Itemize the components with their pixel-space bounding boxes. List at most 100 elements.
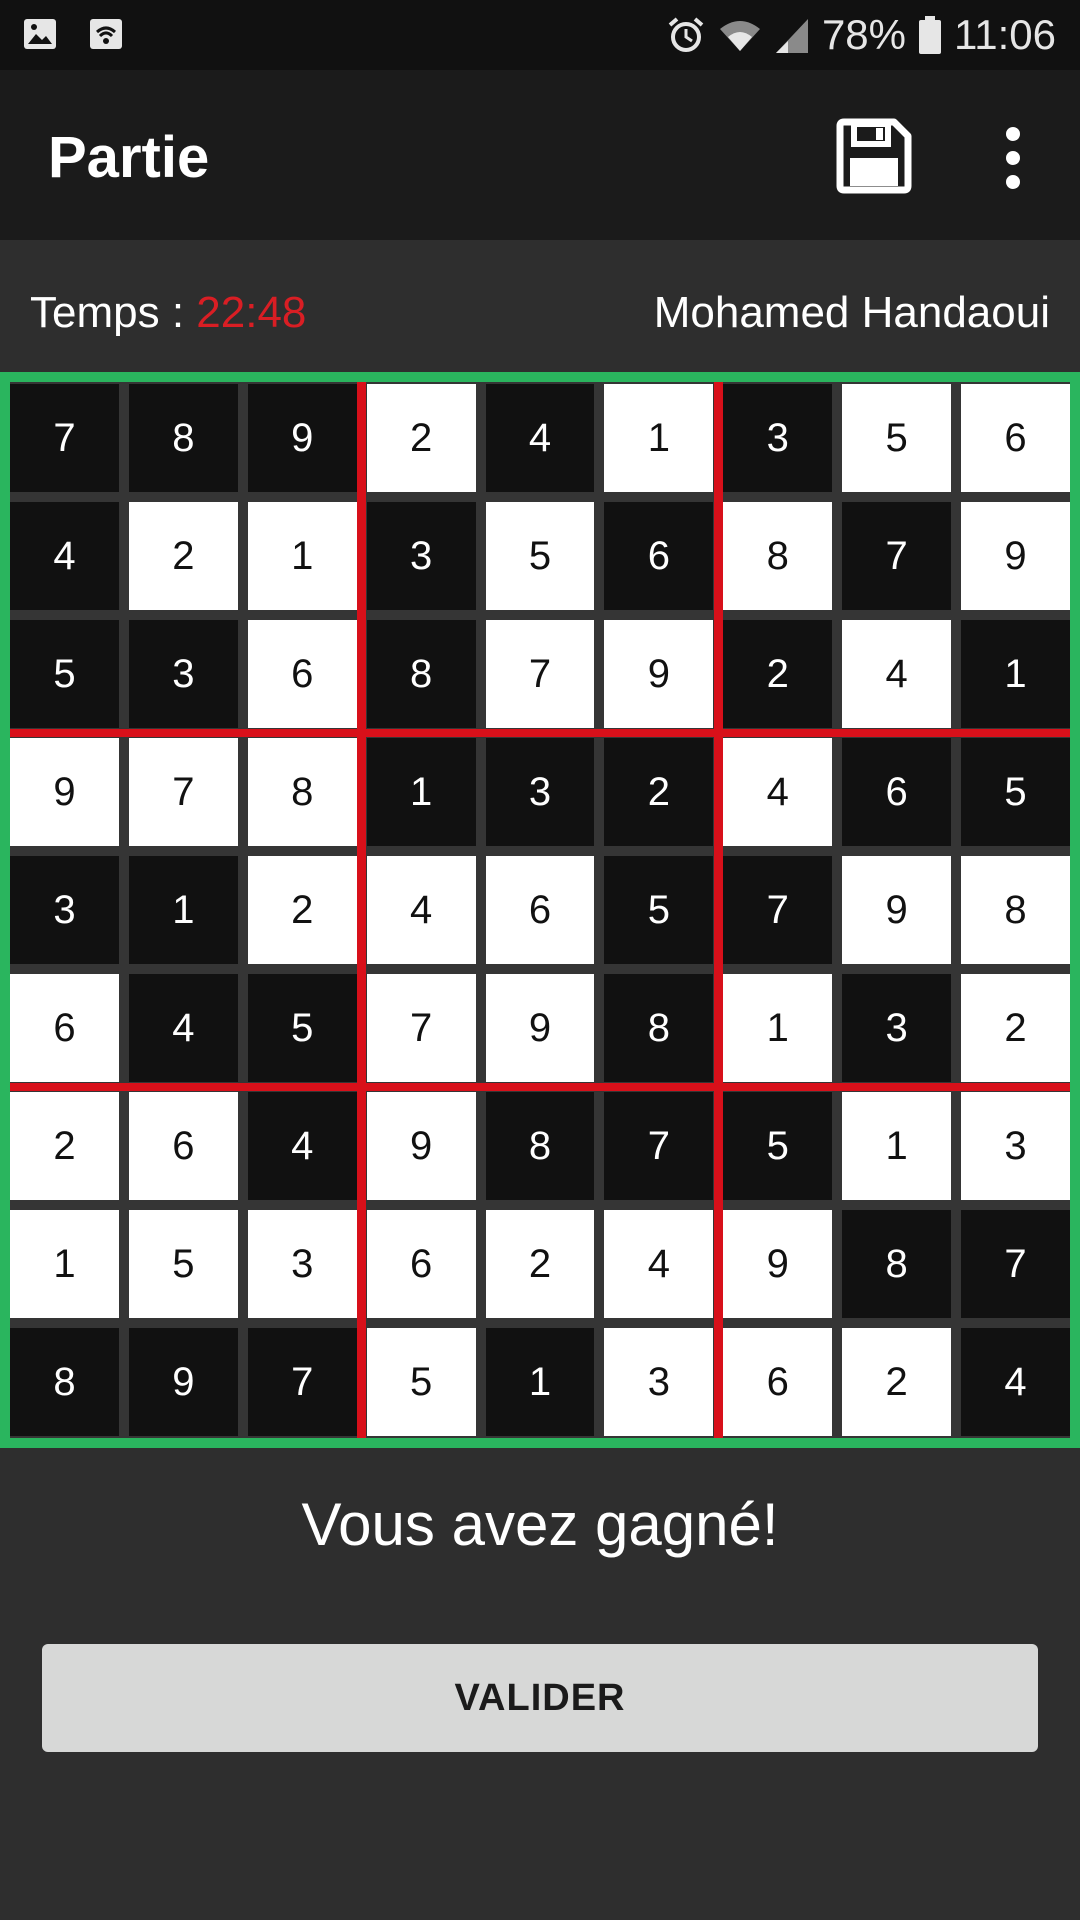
battery-icon [918,15,942,55]
sudoku-cell-r8-c6[interactable]: 4 [604,1210,714,1318]
sudoku-cell-r3-c5[interactable]: 7 [485,620,595,728]
sudoku-cell-r1-c4[interactable]: 2 [366,384,476,492]
sudoku-cell-r4-c4[interactable]: 1 [366,738,476,846]
sudoku-cell-r4-c7[interactable]: 4 [723,738,833,846]
sudoku-cell-r9-c4[interactable]: 5 [366,1328,476,1436]
sudoku-cell-r4-c5[interactable]: 3 [485,738,595,846]
info-row: Temps : 22:48 Mohamed Handaoui [0,240,1080,370]
sudoku-cell-r1-c7[interactable]: 3 [723,384,833,492]
sudoku-cell-r9-c1[interactable]: 8 [10,1328,119,1436]
sudoku-cell-r7-c3[interactable]: 4 [247,1092,357,1200]
sudoku-cell-r1-c8[interactable]: 5 [842,384,952,492]
sudoku-cell-r3-c4[interactable]: 8 [366,620,476,728]
sudoku-cell-r2-c5[interactable]: 5 [485,502,595,610]
block-separator-vertical [713,382,723,1438]
sudoku-grid: 7892413564213568795368792419781324653124… [10,382,1070,1438]
sudoku-cell-r8-c7[interactable]: 9 [723,1210,833,1318]
sudoku-cell-r9-c8[interactable]: 2 [842,1328,952,1436]
sudoku-cell-r1-c3[interactable]: 9 [247,384,357,492]
sudoku-cell-r6-c4[interactable]: 7 [366,974,476,1082]
sudoku-cell-r4-c6[interactable]: 2 [604,738,714,846]
sudoku-cell-r4-c2[interactable]: 7 [128,738,238,846]
sudoku-cell-r9-c9[interactable]: 4 [961,1328,1070,1436]
sudoku-cell-r5-c4[interactable]: 4 [366,856,476,964]
sudoku-cell-r8-c3[interactable]: 3 [247,1210,357,1318]
sudoku-cell-r1-c2[interactable]: 8 [128,384,238,492]
sudoku-cell-r9-c6[interactable]: 3 [604,1328,714,1436]
save-button[interactable] [836,118,912,194]
sudoku-cell-r2-c2[interactable]: 2 [128,502,238,610]
timer-label: Temps : [30,288,197,337]
sudoku-cell-r6-c9[interactable]: 2 [961,974,1070,1082]
sudoku-cell-r8-c4[interactable]: 6 [366,1210,476,1318]
sudoku-cell-r5-c9[interactable]: 8 [961,856,1070,964]
sudoku-cell-r5-c5[interactable]: 6 [485,856,595,964]
sudoku-cell-r2-c4[interactable]: 3 [366,502,476,610]
sudoku-cell-r3-c2[interactable]: 3 [128,620,238,728]
sudoku-cell-r3-c9[interactable]: 1 [961,620,1070,728]
sudoku-cell-r2-c6[interactable]: 6 [604,502,714,610]
sudoku-cell-r9-c7[interactable]: 6 [723,1328,833,1436]
sudoku-cell-r7-c4[interactable]: 9 [366,1092,476,1200]
sudoku-cell-r2-c7[interactable]: 8 [723,502,833,610]
page-title: Partie [48,125,210,190]
sudoku-cell-r4-c8[interactable]: 6 [842,738,952,846]
overflow-menu-icon [996,127,1030,200]
sudoku-cell-r3-c6[interactable]: 9 [604,620,714,728]
sudoku-cell-r3-c7[interactable]: 2 [723,620,833,728]
sudoku-cell-r8-c9[interactable]: 7 [961,1210,1070,1318]
sudoku-cell-r9-c2[interactable]: 9 [128,1328,238,1436]
sudoku-cell-r2-c3[interactable]: 1 [247,502,357,610]
sudoku-cell-r5-c6[interactable]: 5 [604,856,714,964]
sudoku-cell-r8-c2[interactable]: 5 [128,1210,238,1318]
sudoku-cell-r6-c3[interactable]: 5 [247,974,357,1082]
sudoku-cell-r6-c8[interactable]: 3 [842,974,952,1082]
sudoku-cell-r1-c1[interactable]: 7 [10,384,119,492]
sudoku-cell-r1-c9[interactable]: 6 [961,384,1070,492]
sudoku-cell-r7-c9[interactable]: 3 [961,1092,1070,1200]
sudoku-cell-r8-c5[interactable]: 2 [485,1210,595,1318]
sudoku-cell-r2-c9[interactable]: 9 [961,502,1070,610]
validate-button[interactable]: VALIDER [42,1644,1038,1752]
sudoku-cell-r3-c3[interactable]: 6 [247,620,357,728]
sudoku-cell-r7-c6[interactable]: 7 [604,1092,714,1200]
sudoku-cell-r7-c8[interactable]: 1 [842,1092,952,1200]
sudoku-cell-r7-c2[interactable]: 6 [128,1092,238,1200]
block-separator-vertical [357,382,367,1438]
block-separator-horizontal [10,729,1070,737]
overflow-menu-button[interactable] [996,120,1030,196]
timer-value: 22:48 [196,288,307,337]
sudoku-cell-r3-c1[interactable]: 5 [10,620,119,728]
sudoku-cell-r9-c3[interactable]: 7 [247,1328,357,1436]
sudoku-cell-r5-c2[interactable]: 1 [128,856,238,964]
sudoku-cell-r7-c5[interactable]: 8 [485,1092,595,1200]
sudoku-cell-r7-c1[interactable]: 2 [10,1092,119,1200]
sudoku-cell-r1-c6[interactable]: 1 [604,384,714,492]
sudoku-cell-r8-c1[interactable]: 1 [10,1210,119,1318]
sudoku-cell-r8-c8[interactable]: 8 [842,1210,952,1318]
sudoku-cell-r4-c3[interactable]: 8 [247,738,357,846]
wifi-hotspot-icon [88,16,124,52]
win-message: Vous avez gagné! [301,1491,779,1558]
sudoku-cell-r6-c6[interactable]: 8 [604,974,714,1082]
sudoku-cell-r1-c5[interactable]: 4 [485,384,595,492]
sudoku-cell-r2-c1[interactable]: 4 [10,502,119,610]
status-time: 11:06 [954,11,1056,58]
sudoku-cell-r5-c7[interactable]: 7 [723,856,833,964]
sudoku-cell-r5-c8[interactable]: 9 [842,856,952,964]
sudoku-cell-r4-c9[interactable]: 5 [961,738,1070,846]
sudoku-board: 7892413564213568795368792419781324653124… [0,372,1080,1448]
sudoku-cell-r6-c5[interactable]: 9 [485,974,595,1082]
sudoku-cell-r6-c7[interactable]: 1 [723,974,833,1082]
sudoku-cell-r9-c5[interactable]: 1 [485,1328,595,1436]
sudoku-cell-r7-c7[interactable]: 5 [723,1092,833,1200]
sudoku-cell-r5-c1[interactable]: 3 [10,856,119,964]
sudoku-cell-r6-c1[interactable]: 6 [10,974,119,1082]
status-left-icons [22,16,124,52]
sudoku-cell-r2-c8[interactable]: 7 [842,502,952,610]
sudoku-cell-r5-c3[interactable]: 2 [247,856,357,964]
app-bar: Partie [0,70,1080,240]
sudoku-cell-r6-c2[interactable]: 4 [128,974,238,1082]
sudoku-cell-r4-c1[interactable]: 9 [10,738,119,846]
sudoku-cell-r3-c8[interactable]: 4 [842,620,952,728]
